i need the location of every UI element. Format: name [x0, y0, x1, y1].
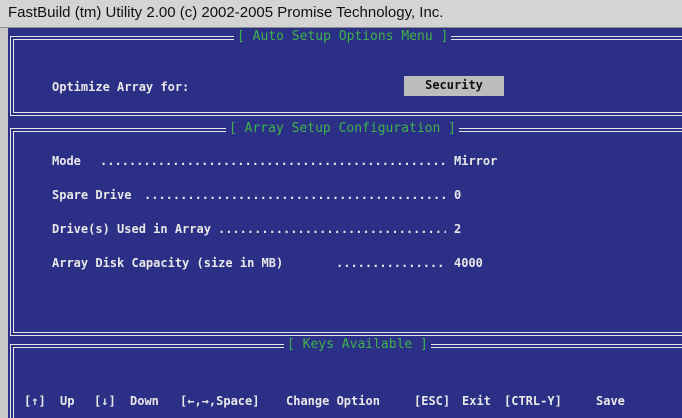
mode-leader: ........................................…: [100, 154, 446, 168]
optimize-value-select[interactable]: Security: [404, 76, 504, 96]
keys-panel: [ Keys Available ] [↑] Up [↓] Down [←,→,…: [10, 338, 682, 418]
auto-setup-panel: [ Auto Setup Options Menu ] Optimize Arr…: [10, 30, 682, 116]
capacity-leader: ........................................…: [336, 256, 446, 270]
key-down: [↓]: [94, 394, 116, 408]
spare-drive-leader: ........................................…: [144, 188, 446, 202]
mode-label: Mode: [52, 154, 81, 168]
key-down-action: Down: [130, 394, 159, 408]
drives-used-value: 2: [454, 222, 462, 236]
drives-used-label: Drive(s) Used in Array: [52, 222, 211, 236]
spare-drive-value: 0: [454, 188, 462, 202]
capacity-value: 4000: [454, 256, 483, 270]
window-title: FastBuild (tm) Utility 2.00 (c) 2002-200…: [8, 4, 444, 21]
key-change: [←,→,Space]: [180, 394, 260, 408]
capacity-label: Array Disk Capacity (size in MB): [52, 256, 284, 270]
auto-setup-title: [ Auto Setup Options Menu ]: [234, 30, 452, 44]
key-esc: [ESC]: [414, 394, 451, 408]
keys-title: [ Keys Available ]: [284, 338, 431, 352]
key-up-action: Up: [60, 394, 75, 408]
key-save: [CTRL-Y]: [504, 394, 562, 408]
array-config-panel: [ Array Setup Configuration ] Mode .....…: [10, 122, 682, 336]
key-change-action: Change Option: [286, 394, 380, 408]
key-up: [↑]: [24, 394, 46, 408]
spare-drive-label: Spare Drive: [52, 188, 132, 202]
title-bar: FastBuild (tm) Utility 2.00 (c) 2002-200…: [0, 0, 682, 28]
drives-used-leader: ........................................…: [218, 222, 446, 236]
array-config-title: [ Array Setup Configuration ]: [226, 122, 459, 136]
mode-value: Mirror: [454, 154, 498, 168]
key-save-action: Save: [596, 394, 625, 408]
bios-screen: [ Auto Setup Options Menu ] Optimize Arr…: [8, 28, 682, 418]
optimize-label: Optimize Array for:: [52, 80, 190, 94]
key-esc-action: Exit: [462, 394, 491, 408]
